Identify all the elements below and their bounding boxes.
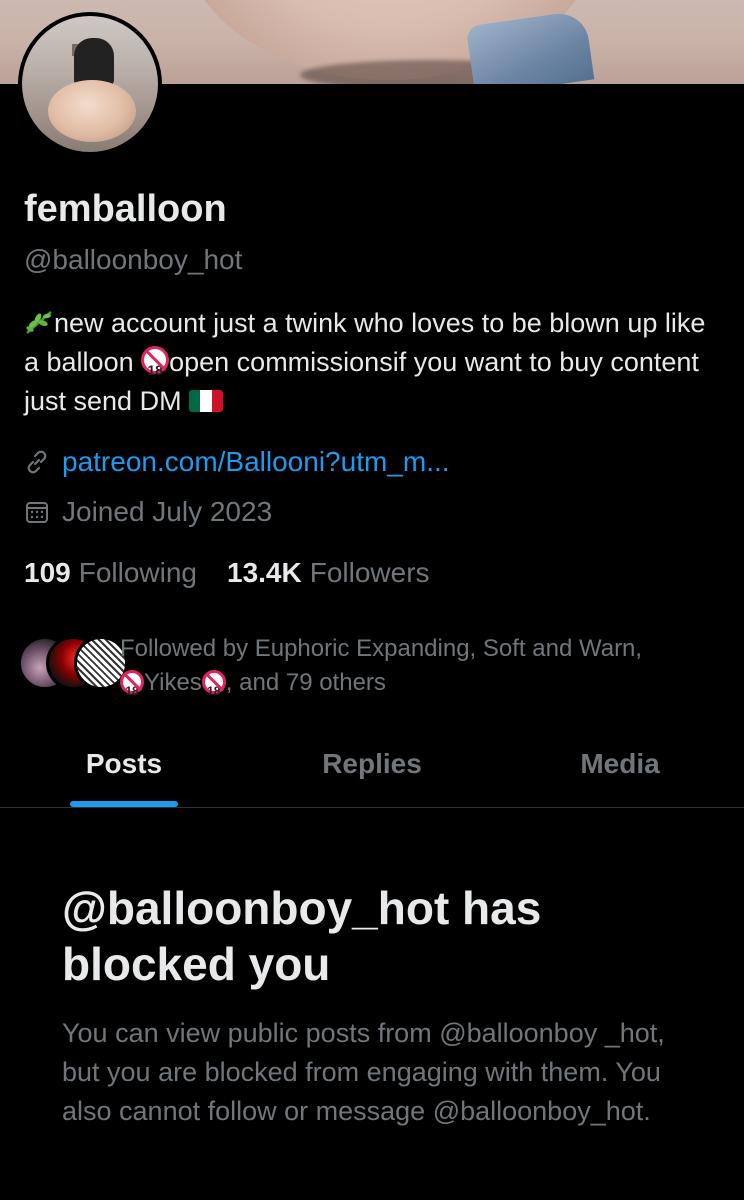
followed-by-suffix: , and 79 others bbox=[225, 669, 386, 696]
herb-icon bbox=[26, 311, 52, 334]
blocked-title: @balloonboy_hot has blocked you bbox=[62, 882, 542, 990]
blocked-notice: @balloonboy_hot has blocked you You can … bbox=[62, 880, 682, 1131]
tab-posts[interactable]: Posts bbox=[0, 730, 248, 807]
followed-by-text: Followed by Euphoric Expanding, Soft and… bbox=[120, 632, 720, 700]
following-count: 109 bbox=[24, 557, 71, 588]
following-label: Following bbox=[78, 557, 197, 588]
user-handle: @balloonboy_hot bbox=[24, 244, 243, 275]
followed-by-section[interactable]: Followed by Euphoric Expanding, Soft and… bbox=[18, 632, 728, 702]
mexico-flag-icon bbox=[189, 390, 224, 412]
join-date: Joined July 2023 bbox=[24, 496, 272, 528]
tab-posts-label: Posts bbox=[85, 748, 163, 779]
join-date-text: Joined July 2023 bbox=[62, 496, 273, 527]
no-under-18-icon: 18 bbox=[141, 346, 170, 378]
following-stat[interactable]: 109 Following bbox=[24, 557, 197, 589]
followers-stat[interactable]: 13.4K Followers bbox=[227, 557, 430, 589]
followed-by-name: Yikes bbox=[144, 669, 202, 696]
profile-website[interactable]: patreon.com/Ballooni?utm_m... bbox=[24, 446, 450, 478]
followers-count: 13.4K bbox=[227, 557, 302, 588]
calendar-icon bbox=[26, 502, 48, 523]
display-name: femballoon bbox=[24, 188, 227, 230]
blocked-body: You can view public posts from @balloonb… bbox=[62, 1018, 665, 1126]
tab-media-label: Media bbox=[580, 748, 660, 779]
website-link[interactable]: patreon.com/Ballooni?utm_m... bbox=[62, 446, 450, 478]
no-under-18-number: 18 bbox=[147, 362, 163, 378]
tab-replies-label: Replies bbox=[322, 748, 422, 779]
avatar-image bbox=[22, 16, 158, 152]
no-under-18-icon: 18 bbox=[120, 670, 144, 698]
tab-replies[interactable]: Replies bbox=[248, 730, 496, 807]
avatar-belly bbox=[48, 80, 136, 142]
followers-label: Followers bbox=[309, 557, 430, 588]
avatar-person bbox=[74, 38, 114, 86]
follow-stats: 109 Following 13.4K Followers bbox=[24, 557, 430, 589]
profile-avatar[interactable] bbox=[18, 12, 162, 156]
tab-media[interactable]: Media bbox=[496, 730, 744, 807]
active-tab-indicator bbox=[70, 801, 178, 807]
no-under-18-icon: 18 bbox=[201, 670, 226, 698]
no-under-18-number: 18 bbox=[125, 684, 139, 698]
no-under-18-number: 18 bbox=[207, 684, 221, 698]
link-icon bbox=[27, 450, 47, 474]
followed-by-prefix: Followed by Euphoric Expanding, Soft and… bbox=[120, 635, 643, 662]
profile-tabs: Posts Replies Media bbox=[0, 730, 744, 808]
profile-bio: new account just a twink who loves to be… bbox=[24, 304, 724, 421]
